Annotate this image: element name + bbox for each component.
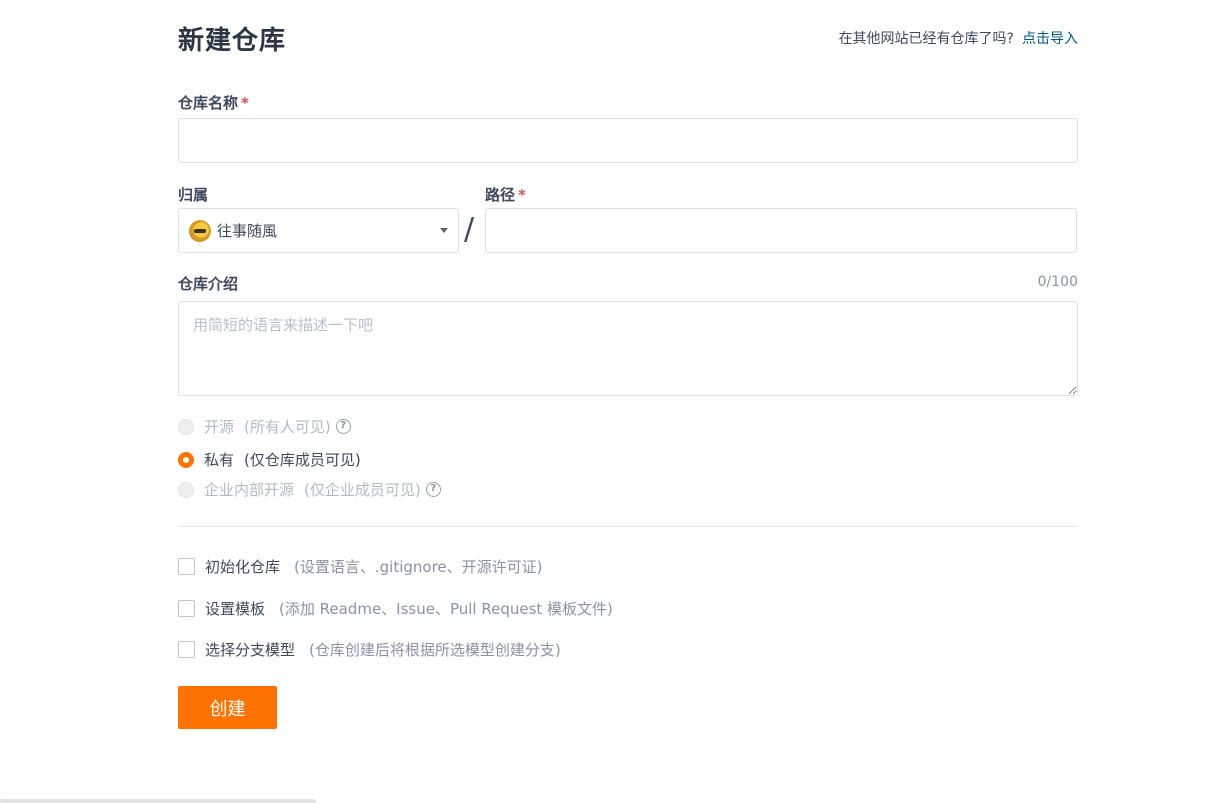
checkbox-template[interactable] (178, 600, 195, 617)
new-repo-form: 新建仓库 在其他网站已经有仓库了吗? 点击导入 仓库名称 * 归属 往事随風 / 路… (178, 0, 1078, 803)
extra-label: 设置模板 (205, 600, 266, 618)
path-label: 路径 * (485, 184, 526, 205)
horizontal-scrollbar[interactable] (0, 799, 316, 803)
visibility-label: 企业内部开源 (204, 481, 295, 499)
repo-name-input[interactable] (178, 118, 1078, 163)
visibility-hint: (所有人可见) (244, 418, 331, 436)
extra-hint: (仓库创建后将根据所选模型创建分支) (309, 641, 561, 659)
description-textarea[interactable] (178, 301, 1078, 396)
visibility-option-enterprise[interactable]: 企业内部开源 (仅企业成员可见) ? (178, 479, 441, 500)
import-prompt: 在其他网站已经有仓库了吗? 点击导入 (839, 28, 1078, 48)
radio-public[interactable] (178, 418, 194, 435)
extra-label: 初始化仓库 (205, 558, 281, 576)
visibility-hint: (仅企业成员可见) (304, 481, 421, 499)
extra-hint: (设置语言、.gitignore、开源许可证) (294, 558, 543, 576)
page-title: 新建仓库 (178, 26, 287, 56)
description-counter: 0/100 (1037, 274, 1078, 290)
divider (178, 526, 1078, 527)
avatar (189, 219, 211, 242)
owner-name: 往事随風 (217, 222, 278, 240)
path-input[interactable] (485, 208, 1077, 253)
path-separator: / (464, 212, 475, 247)
checkbox-init-repo[interactable] (178, 558, 195, 575)
visibility-option-private[interactable]: 私有 (仅仓库成员可见) (178, 449, 361, 470)
extra-option-branch-model[interactable]: 选择分支模型 (仓库创建后将根据所选模型创建分支) (178, 639, 561, 660)
import-question: 在其他网站已经有仓库了吗? (838, 31, 1014, 47)
question-circle-icon[interactable]: ? (335, 419, 351, 434)
visibility-hint: (仅仓库成员可见) (244, 451, 361, 469)
owner-label: 归属 (178, 186, 209, 204)
path-label-text: 路径 (485, 186, 516, 204)
radio-enterprise[interactable] (178, 481, 194, 498)
radio-private[interactable] (178, 451, 194, 468)
create-button[interactable]: 创建 (178, 686, 277, 729)
required-mark: * (241, 94, 249, 112)
required-mark: * (518, 186, 526, 204)
visibility-label: 私有 (204, 451, 235, 469)
visibility-option-public[interactable]: 开源 (所有人可见) ? (178, 416, 351, 437)
owner-select[interactable]: 往事随風 (178, 208, 459, 253)
caret-down-icon (440, 228, 448, 233)
visibility-label: 开源 (204, 418, 235, 436)
extra-option-init[interactable]: 初始化仓库 (设置语言、.gitignore、开源许可证) (178, 556, 543, 577)
extra-hint: (添加 Readme、Issue、Pull Request 模板文件) (279, 600, 613, 618)
repo-name-label: 仓库名称 * (178, 92, 249, 113)
repo-name-label-text: 仓库名称 (178, 94, 239, 112)
description-label: 仓库介绍 (178, 275, 239, 293)
import-link[interactable]: 点击导入 (1022, 31, 1078, 47)
checkbox-branch-model[interactable] (178, 641, 195, 658)
extra-label: 选择分支模型 (205, 641, 296, 659)
question-circle-icon[interactable]: ? (425, 482, 441, 497)
extra-option-template[interactable]: 设置模板 (添加 Readme、Issue、Pull Request 模板文件) (178, 598, 613, 619)
